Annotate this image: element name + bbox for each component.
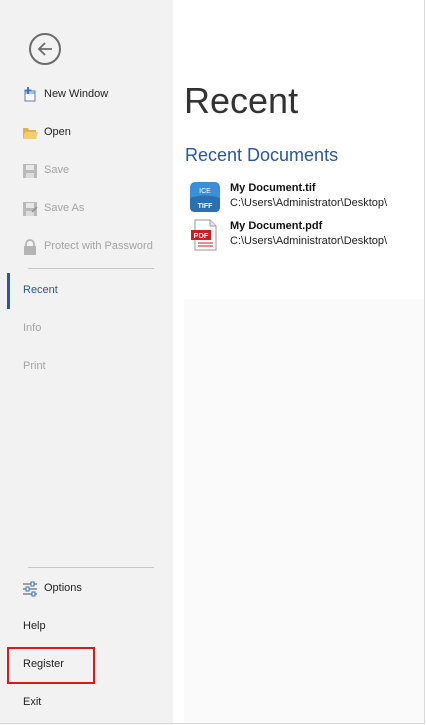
document-name: My Document.tif bbox=[230, 182, 316, 194]
main-lower-area bbox=[184, 299, 425, 724]
sidebar-divider bbox=[28, 268, 154, 269]
backstage-sidebar: New Window Open Save Save As Protect wit… bbox=[0, 0, 173, 725]
lock-icon bbox=[24, 239, 36, 255]
back-arrow-icon bbox=[37, 42, 52, 56]
recent-document-item[interactable]: ICE TIFF My Document.tif C:\Users\Admini… bbox=[189, 181, 425, 215]
nav-exit[interactable]: Exit bbox=[0, 688, 173, 718]
nav-new-window[interactable]: New Window bbox=[0, 80, 173, 110]
back-button[interactable] bbox=[29, 33, 61, 65]
section-title: Recent Documents bbox=[185, 145, 339, 165]
nav-open-label: Open bbox=[44, 126, 71, 138]
page-title: Recent bbox=[184, 80, 299, 121]
document-path: C:\Users\Administrator\Desktop\ bbox=[230, 235, 388, 247]
document-name: My Document.pdf bbox=[230, 220, 323, 232]
svg-text:ICE: ICE bbox=[199, 188, 211, 195]
options-icon bbox=[23, 581, 37, 597]
save-as-icon bbox=[23, 202, 38, 216]
nav-protect-label: Protect with Password bbox=[44, 240, 153, 252]
nav-recent-label: Recent bbox=[23, 284, 58, 296]
nav-recent[interactable]: Recent bbox=[0, 276, 173, 306]
nav-options-label: Options bbox=[44, 582, 82, 594]
nav-print-label: Print bbox=[23, 360, 46, 372]
nav-save-as[interactable]: Save As bbox=[0, 194, 173, 224]
nav-help[interactable]: Help bbox=[0, 612, 173, 642]
nav-protect-with-password[interactable]: Protect with Password bbox=[0, 232, 173, 262]
nav-save[interactable]: Save bbox=[0, 156, 173, 186]
svg-text:PDF: PDF bbox=[194, 231, 209, 240]
folder-open-icon bbox=[23, 128, 38, 139]
nav-save-label: Save bbox=[44, 164, 70, 176]
sidebar-divider-bottom bbox=[28, 567, 154, 568]
new-window-icon bbox=[24, 87, 36, 102]
nav-new-window-label: New Window bbox=[44, 88, 109, 100]
nav-info[interactable]: Info bbox=[0, 314, 173, 344]
nav-save-as-label: Save As bbox=[44, 202, 85, 214]
save-icon bbox=[23, 164, 37, 178]
document-path: C:\Users\Administrator\Desktop\ bbox=[230, 197, 388, 209]
tiff-file-icon: ICE TIFF bbox=[190, 182, 220, 212]
nav-exit-label: Exit bbox=[23, 696, 42, 708]
nav-open[interactable]: Open bbox=[0, 118, 173, 148]
pdf-file-icon: PDF bbox=[191, 219, 217, 251]
register-highlight-box bbox=[7, 647, 95, 684]
nav-options[interactable]: Options bbox=[0, 574, 173, 604]
nav-print[interactable]: Print bbox=[0, 352, 173, 382]
svg-text:TIFF: TIFF bbox=[198, 203, 213, 210]
recent-document-item[interactable]: PDF My Document.pdf C:\Users\Administrat… bbox=[189, 219, 425, 253]
nav-info-label: Info bbox=[23, 322, 42, 334]
nav-help-label: Help bbox=[23, 620, 46, 632]
